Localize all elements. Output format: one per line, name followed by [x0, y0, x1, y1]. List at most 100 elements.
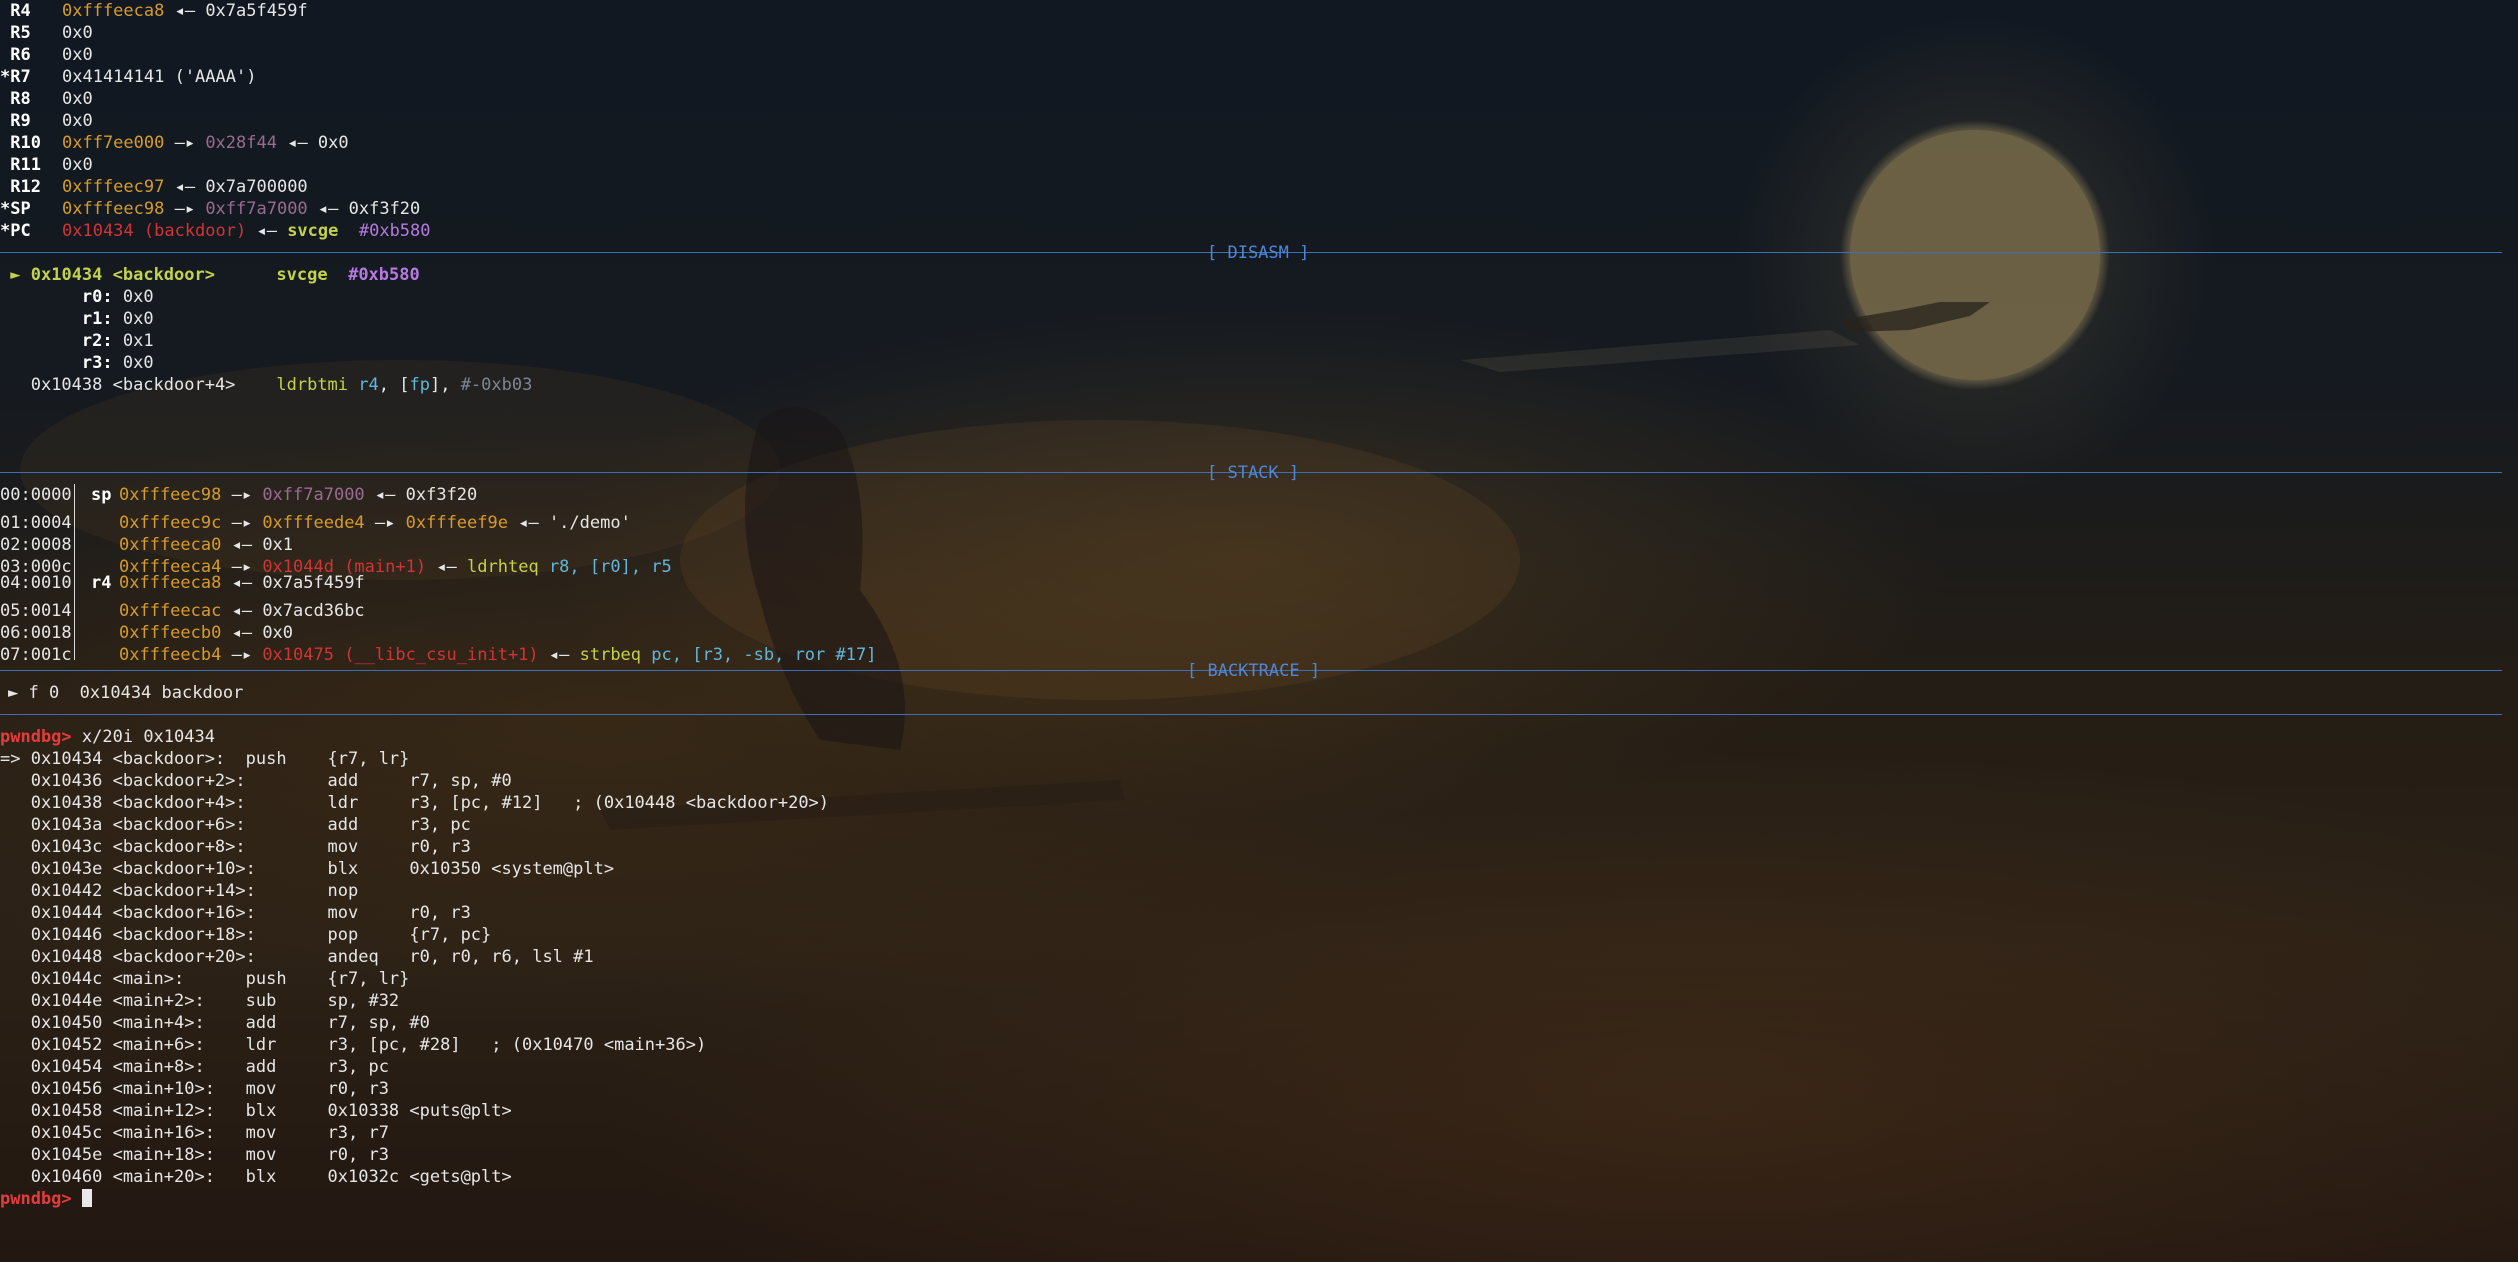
register-mark	[0, 23, 10, 43]
stack-row: 05:0014 0xfffeecac ◂— 0x7acd36bc	[0, 594, 2518, 621]
register-label: R7	[10, 67, 31, 87]
register-deref: 0xff7a7000	[205, 199, 308, 219]
deref-arrow: ◂—	[164, 177, 206, 197]
stack-reg: sp	[74, 484, 119, 506]
register-pointer: 0xff7ee000	[62, 133, 165, 153]
disasm-current-op: svcge	[276, 265, 328, 285]
register-mark	[0, 89, 10, 109]
syscall-arg-name: r1:	[81, 309, 113, 329]
syscall-arg-value: 0x1	[122, 331, 154, 351]
backtrace-end-rule	[0, 704, 2518, 726]
register-label: PC	[10, 221, 31, 241]
register-row: R10 0xff7ee000 —▸ 0x28f44 ◂— 0x0	[0, 132, 2518, 154]
listing-line: => 0x10434 <backdoor>: push {r7, lr}	[0, 749, 410, 769]
syscall-arg-row: r2: 0x1	[0, 330, 2518, 352]
stack-title: [ STACK ]	[1207, 463, 1300, 483]
register-value: 0x0	[62, 45, 93, 65]
stack-value: 0x7a5f459f	[262, 573, 365, 593]
listing-line: 0x1044e <main+2>: sub sp, #32	[0, 991, 400, 1011]
register-row: R11 0x0	[0, 154, 2518, 176]
register-deref-value: 0x0	[317, 133, 349, 153]
register-name: *R7	[0, 66, 62, 88]
disasm-next-fp: fp	[409, 375, 430, 395]
listing-line: 0x10448 <backdoor+20>: andeq r0, r0, r6,…	[0, 947, 594, 967]
register-op: svcge	[287, 221, 339, 241]
listing-line: 0x10452 <main+6>: ldr r3, [pc, #28] ; (0…	[0, 1035, 707, 1055]
input-line[interactable]: pwndbg>	[0, 1188, 2518, 1210]
register-row: R5 0x0	[0, 22, 2518, 44]
listing-line: 0x1043c <backdoor+8>: mov r0, r3	[0, 837, 471, 857]
syscall-arg-name: r3:	[81, 353, 113, 373]
listing-line: 0x1044c <main>: push {r7, lr}	[0, 969, 410, 989]
command-line: pwndbg> x/20i 0x10434	[0, 726, 2518, 748]
stack-row: 04:0010 r4 0xfffeeca8 ◂— 0x7a5f459f	[0, 572, 2518, 594]
listing-line: 0x10450 <main+4>: add r7, sp, #0	[0, 1013, 430, 1033]
register-name: R12	[0, 176, 62, 198]
deref-arrow: ◂—	[246, 221, 288, 241]
listing-line: 0x10446 <backdoor+18>: pop {r7, pc}	[0, 925, 492, 945]
register-row: R9 0x0	[0, 110, 2518, 132]
pointer-arrow: —▸	[164, 133, 206, 153]
stack-value: 0xf3f20	[405, 485, 478, 505]
register-label: R4	[10, 1, 31, 21]
register-name: *PC	[0, 220, 62, 242]
register-row: R6 0x0	[0, 44, 2518, 66]
disasm-current-line: ► 0x10434 <backdoor> svcge #0xb580	[0, 264, 2518, 286]
backtrace-section-header: [ BACKTRACE ]	[0, 660, 2518, 682]
register-mark: *	[0, 67, 11, 87]
register-deref-value: 0x7a5f459f	[205, 1, 308, 21]
stack-reg: r4	[74, 572, 119, 594]
disasm-current-addr: 0x10434 <backdoor>	[30, 265, 215, 285]
register-label: SP	[10, 199, 31, 219]
terminal[interactable]: R4 0xfffeeca8 ◂— 0x7a5f459f R5 0x0 R6 0x0 *R…	[0, 0, 2518, 1210]
syscall-arg-row: r3: 0x0	[0, 352, 2518, 374]
register-value: 0x41414141 ('AAAA')	[62, 67, 257, 87]
register-pointer: 0xfffeec97	[62, 177, 165, 197]
listing-line: 0x10442 <backdoor+14>: nop	[0, 881, 359, 901]
syscall-arg-value: 0x0	[122, 287, 154, 307]
register-pointer: 0x10434 (backdoor)	[62, 221, 247, 241]
register-label: R12	[10, 177, 41, 197]
current-arrow-icon: ►	[10, 265, 21, 285]
register-label: R9	[10, 111, 31, 131]
register-name: R8	[0, 88, 62, 110]
syscall-arg-row: r1: 0x0	[0, 308, 2518, 330]
register-mark	[0, 155, 10, 175]
register-label: R10	[10, 133, 41, 153]
listing-line: 0x1043a <backdoor+6>: add r3, pc	[0, 815, 471, 835]
listing-line: 0x1045e <main+18>: mov r0, r3	[0, 1145, 389, 1165]
stack-panel: 00:0000 sp 0xfffeec98 —▸ 0xff7a7000 ◂— 0xf…	[0, 484, 2518, 665]
disasm-next-addr: 0x10438 <backdoor+4>	[30, 375, 236, 395]
command-text: x/20i 0x10434	[81, 727, 215, 747]
listing-line: 0x10436 <backdoor+2>: add r7, sp, #0	[0, 771, 512, 791]
deref-arrow: ◂—	[364, 485, 406, 505]
register-mark	[0, 177, 10, 197]
stack-row: 01:0004 0xfffeec9c —▸ 0xfffeede4 —▸ 0xfff…	[0, 506, 2518, 533]
listing-line: 0x1043e <backdoor+10>: blx 0x10350 <syst…	[0, 859, 615, 879]
register-row: *PC 0x10434 (backdoor) ◂— svcge #0xb580	[0, 220, 2518, 242]
register-name: R6	[0, 44, 62, 66]
register-value: 0x0	[62, 111, 93, 131]
listing-line: 0x10456 <main+10>: mov r0, r3	[0, 1079, 389, 1099]
stack-addr: 0xfffeeca8	[119, 573, 222, 593]
instruction-listing: => 0x10434 <backdoor>: push {r7, lr} 0x1…	[0, 748, 2518, 1188]
register-label: R6	[10, 45, 31, 65]
disasm-next-op: ldrbtmi	[276, 375, 349, 395]
register-pointer: 0xfffeec98	[62, 199, 165, 219]
register-name: R11	[0, 154, 62, 176]
register-name: R10	[0, 132, 62, 154]
register-value: 0x0	[62, 23, 93, 43]
register-mark: *	[0, 199, 11, 219]
text-cursor[interactable]	[81, 1189, 92, 1207]
register-value: 0x0	[62, 155, 93, 175]
syscall-arg-value: 0x0	[122, 353, 154, 373]
register-mark	[0, 111, 10, 131]
stack-deref: 0xff7a7000	[262, 485, 365, 505]
deref-arrow: ◂—	[276, 133, 318, 153]
stack-row: 00:0000 sp 0xfffeec98 —▸ 0xff7a7000 ◂— 0xf…	[0, 484, 2518, 506]
listing-line: 0x10438 <backdoor+4>: ldr r3, [pc, #12] …	[0, 793, 830, 813]
listing-line: 0x10460 <main+20>: blx 0x1032c <gets@plt…	[0, 1167, 512, 1187]
listing-line: 0x10458 <main+12>: blx 0x10338 <puts@plt…	[0, 1101, 512, 1121]
stack-row: 06:0018 0xfffeecb0 ◂— 0x0	[0, 616, 2518, 643]
register-deref-value: 0x7a700000	[205, 177, 308, 197]
